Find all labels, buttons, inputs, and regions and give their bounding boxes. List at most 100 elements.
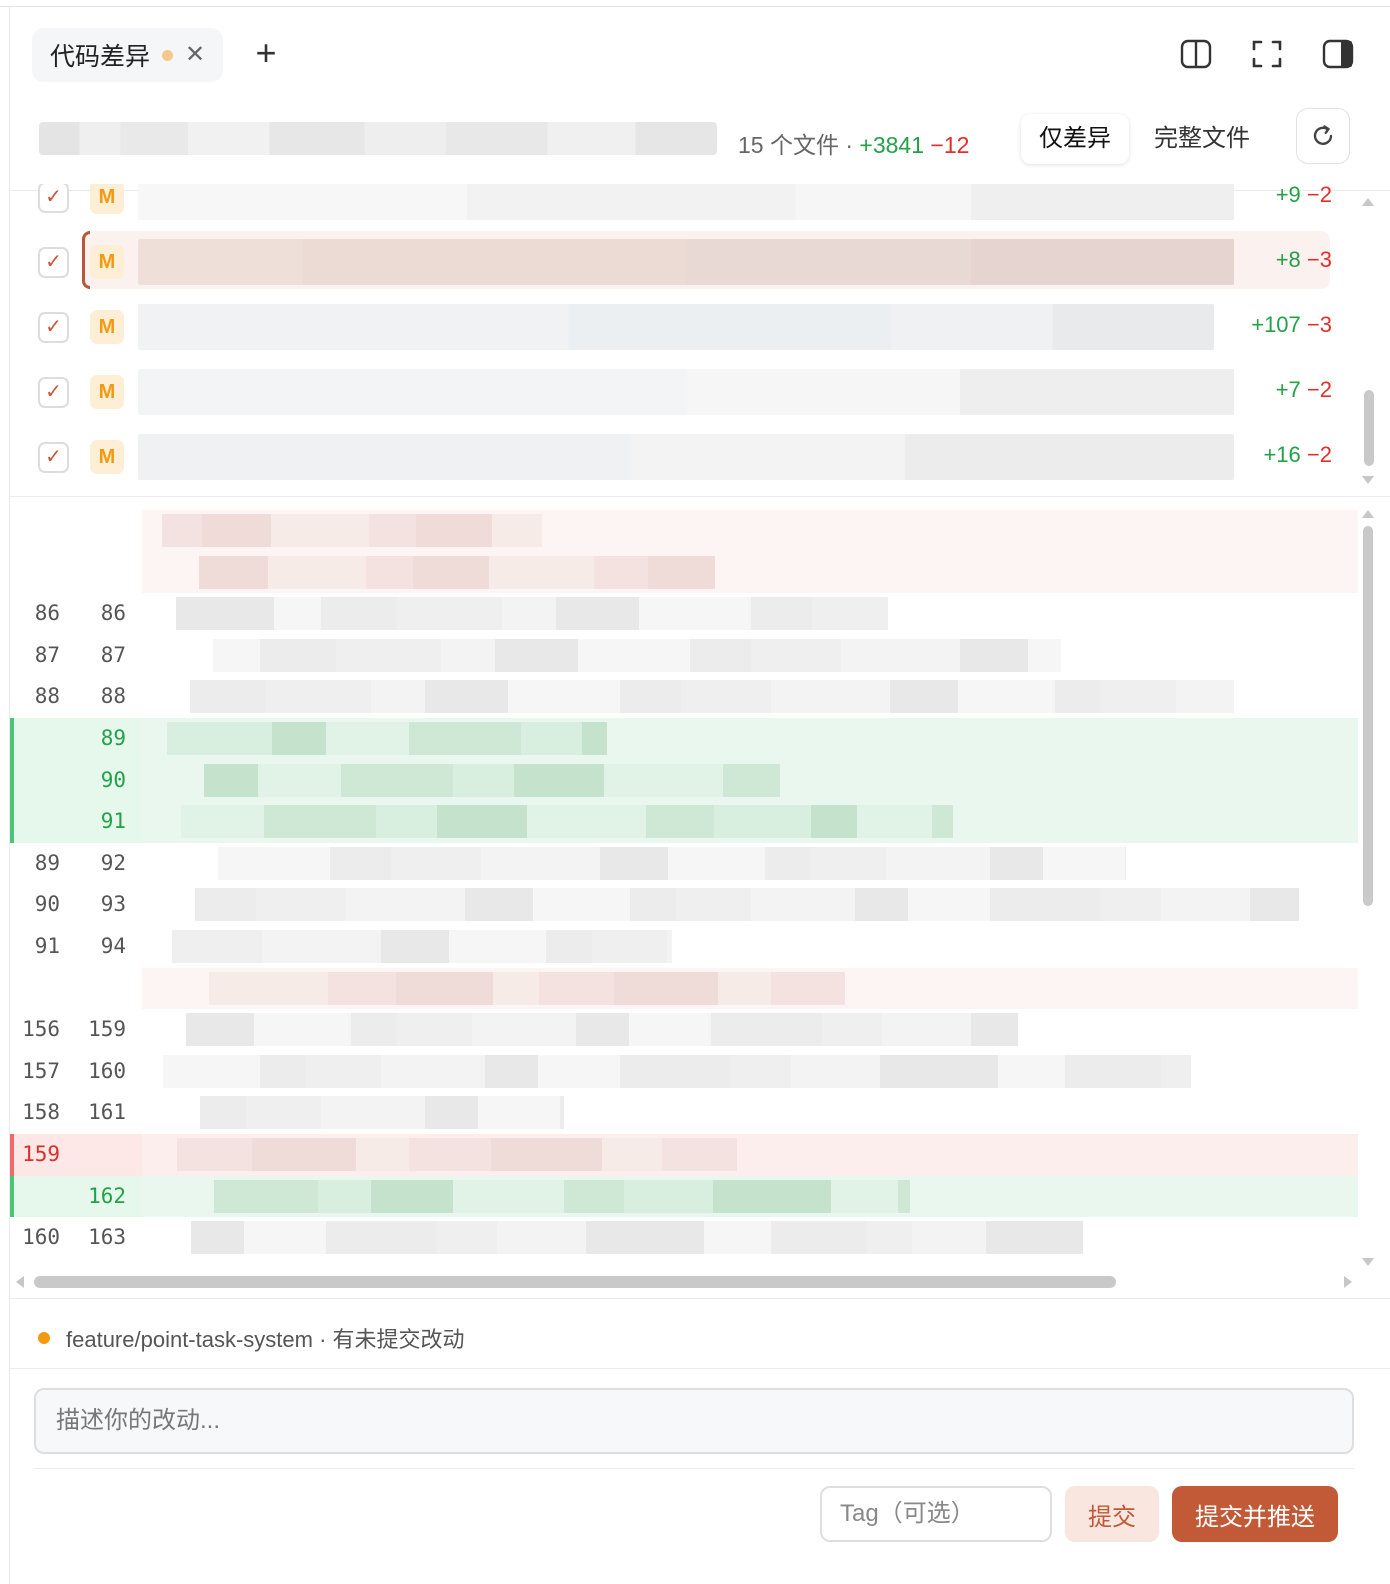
new-line-number: 92 — [100, 850, 126, 875]
diff-line: 87 87 — [10, 635, 1358, 677]
old-line-number: 91 — [34, 934, 60, 958]
code-content-redacted — [142, 843, 1358, 885]
line-number-gutter — [10, 968, 142, 1010]
scroll-down-icon[interactable] — [1362, 476, 1374, 484]
check-icon[interactable]: ✓ — [38, 184, 69, 213]
diff-line: 162 — [10, 1175, 1358, 1218]
tab-label: 代码差异 — [50, 43, 151, 71]
input-divider — [34, 1468, 1354, 1469]
old-line-number: 88 — [34, 684, 60, 709]
diff-line: 159 — [10, 1134, 1358, 1176]
status-badge: M — [90, 375, 124, 409]
line-number-gutter: 86 86 — [10, 593, 142, 635]
diff-divider — [10, 1298, 1390, 1299]
line-number-gutter: 88 88 — [10, 676, 142, 718]
file-row[interactable]: ✓ M +16 −2 — [10, 432, 1350, 482]
diff-summary: 15 个文件 · +3841 −12 — [738, 126, 969, 160]
tag-input[interactable] — [820, 1486, 1052, 1542]
old-line-number: 156 — [22, 1017, 60, 1042]
new-line-number: 162 — [88, 1183, 126, 1208]
total-deletions: −12 — [930, 132, 970, 158]
line-number-gutter: 162 — [10, 1175, 142, 1218]
scroll-up-icon[interactable] — [1362, 198, 1374, 206]
new-line-number: 89 — [100, 726, 126, 750]
line-number-gutter: 90 93 — [10, 884, 142, 926]
code-content-redacted — [142, 1217, 1358, 1259]
old-line-number: 160 — [22, 1225, 60, 1250]
line-number-gutter: 159 — [10, 1134, 142, 1176]
file-count: 15 个文件 · — [738, 132, 860, 158]
line-number-gutter: 157 160 — [10, 1051, 142, 1093]
file-path-redacted — [138, 184, 1234, 220]
commit-message-input[interactable] — [34, 1388, 1354, 1454]
code-content-redacted — [142, 801, 1358, 843]
file-stats: +8 −3 — [1275, 247, 1332, 272]
status-badge: M — [90, 310, 124, 344]
diff-line: 157 160 — [10, 1051, 1358, 1093]
view-diff-only-button[interactable]: 仅差异 — [1021, 114, 1129, 164]
refresh-icon — [1313, 125, 1333, 145]
code-content-redacted — [142, 967, 1358, 1010]
line-number-gutter: 91 — [10, 801, 142, 843]
diff-line: 88 88 — [10, 676, 1358, 718]
status-badge: M — [90, 245, 124, 279]
old-line-number: 86 — [34, 601, 60, 626]
unsaved-dot-icon — [162, 49, 174, 61]
diff-line: 90 93 — [10, 884, 1358, 926]
status-badge: M — [90, 184, 124, 214]
diff-line: 91 — [10, 801, 1358, 843]
diff-horizontal-scrollbar[interactable] — [34, 1276, 1116, 1288]
refresh-button[interactable] — [1296, 108, 1350, 164]
file-path-redacted — [138, 239, 1234, 285]
code-content-redacted — [142, 1092, 1358, 1134]
view-full-file-button[interactable]: 完整文件 — [1136, 114, 1268, 164]
code-content-redacted — [142, 926, 1358, 968]
file-row[interactable]: ✓ M +8 −3 — [10, 231, 1350, 289]
scroll-down-icon[interactable] — [1362, 1258, 1374, 1266]
scroll-left-icon[interactable] — [16, 1276, 24, 1288]
file-row[interactable]: ✓ M +9 −2 — [10, 184, 1350, 222]
commit-and-push-button[interactable]: 提交并推送 — [1172, 1486, 1338, 1542]
plus-icon[interactable]: + — [248, 35, 284, 72]
check-icon[interactable]: ✓ — [38, 247, 69, 278]
check-icon[interactable]: ✓ — [38, 442, 69, 473]
new-line-number: 163 — [88, 1225, 126, 1250]
line-number-gutter: 90 — [10, 759, 142, 802]
diff-viewer: 86 86 87 87 88 88 89 90 91 89 92 90 93 91 94 156 159 157 1… — [10, 510, 1360, 1270]
file-row[interactable]: ✓ M +7 −2 — [10, 367, 1350, 417]
scroll-right-icon[interactable] — [1344, 1276, 1352, 1288]
file-row[interactable]: ✓ M +107 −3 — [10, 302, 1350, 352]
file-list-divider — [10, 496, 1390, 497]
code-content-redacted — [142, 635, 1358, 677]
split-view-icon[interactable] — [1180, 38, 1212, 70]
close-icon[interactable]: ✕ — [185, 43, 205, 67]
old-line-number: 90 — [34, 892, 60, 917]
window-top-border — [0, 6, 1390, 7]
check-icon[interactable]: ✓ — [38, 312, 69, 343]
code-content-redacted — [142, 884, 1358, 926]
branch-status: feature/point-task-system · 有未提交改动 — [38, 1322, 465, 1354]
selected-row-marker — [82, 231, 90, 289]
commit-button[interactable]: 提交 — [1065, 1486, 1159, 1542]
code-content-redacted — [142, 1134, 1358, 1176]
check-icon[interactable]: ✓ — [38, 377, 69, 408]
new-line-number: 90 — [100, 767, 126, 792]
tab-code-diff[interactable]: 代码差异 ✕ — [32, 28, 224, 82]
new-line-number: 94 — [100, 934, 126, 958]
new-line-number: 91 — [100, 809, 126, 834]
diff-line — [10, 551, 1358, 594]
diff-vertical-scrollbar[interactable] — [1363, 526, 1373, 906]
old-line-number: 157 — [22, 1058, 60, 1083]
line-number-gutter — [10, 510, 142, 552]
line-number-gutter: 156 159 — [10, 1009, 142, 1051]
code-content-redacted — [142, 593, 1358, 635]
file-list-scrollbar[interactable] — [1364, 390, 1374, 466]
old-line-number: 89 — [34, 850, 60, 875]
status-dot-icon — [38, 1332, 50, 1344]
diff-line: 89 — [10, 718, 1358, 760]
scroll-up-icon[interactable] — [1362, 510, 1374, 518]
sidebar-icon[interactable] — [1322, 38, 1354, 70]
fullscreen-icon[interactable] — [1251, 38, 1283, 70]
file-path-redacted — [138, 434, 1234, 480]
code-content-redacted — [142, 759, 1358, 802]
